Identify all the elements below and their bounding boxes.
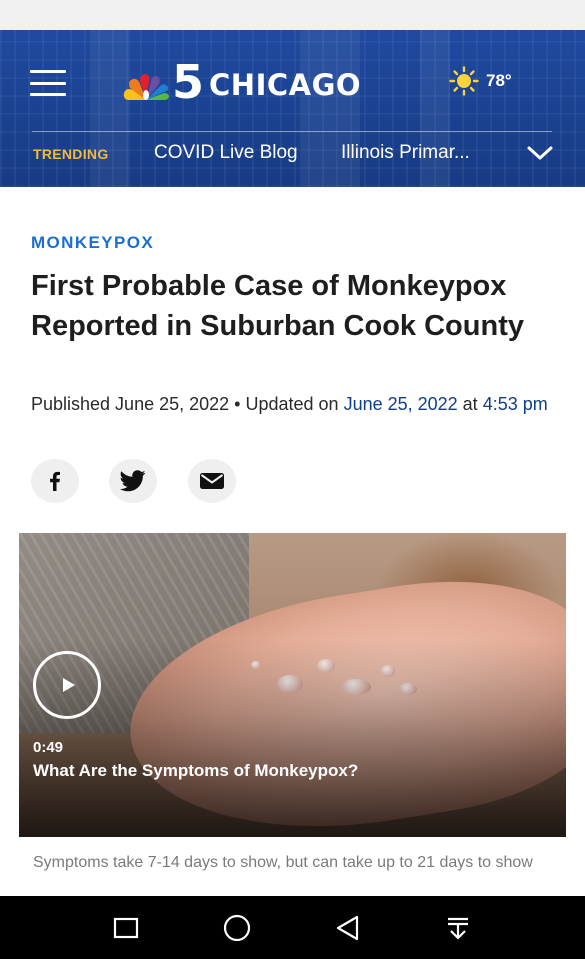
trending-link-covid[interactable]: COVID Live Blog: [154, 142, 298, 164]
logo-city: CHICAGO: [209, 68, 362, 102]
video-overlay: [19, 533, 566, 837]
weather-widget[interactable]: 78°: [449, 66, 512, 96]
sun-icon: [449, 66, 479, 96]
header-divider: [32, 131, 552, 132]
share-twitter-button[interactable]: [109, 459, 157, 503]
square-icon: [113, 917, 139, 939]
play-icon: [63, 678, 75, 692]
back-button[interactable]: [330, 910, 366, 946]
site-header: 5 CHICAGO 78° TRENDING COVID Live Blog I…: [0, 30, 585, 187]
trending-link-illinois-primary[interactable]: Illinois Primar...: [341, 142, 470, 164]
hamburger-icon-bar: [30, 70, 66, 73]
hamburger-icon-bar: [30, 81, 66, 85]
home-button[interactable]: [219, 910, 255, 946]
share-facebook-button[interactable]: [31, 459, 79, 503]
recents-button[interactable]: [108, 910, 144, 946]
share-email-button[interactable]: [188, 459, 236, 503]
logo-number: 5: [172, 55, 204, 109]
pull-down-icon: [448, 917, 468, 940]
notifications-pull-button[interactable]: [440, 910, 476, 946]
at-word: at: [457, 394, 483, 414]
article-headline: First Probable Case of Monkeypox Reporte…: [31, 270, 524, 342]
circle-icon: [223, 914, 251, 942]
date-separator: •: [229, 394, 246, 414]
video-player[interactable]: 0:49 What Are the Symptoms of Monkeypox?: [19, 533, 566, 837]
article-category[interactable]: MONKEYPOX: [31, 233, 154, 253]
video-title: What Are the Symptoms of Monkeypox?: [33, 761, 359, 780]
temperature-text: 78°: [486, 71, 512, 90]
menu-button[interactable]: [30, 70, 66, 96]
email-icon: [200, 473, 224, 489]
back-triangle-icon: [336, 915, 359, 941]
android-nav-bar: [0, 896, 585, 959]
article-dateline: Published June 25, 2022 • Updated on Jun…: [31, 392, 556, 416]
twitter-icon: [120, 470, 146, 492]
hamburger-icon-bar: [30, 93, 66, 96]
updated-time: 4:53 pm: [482, 394, 548, 414]
video-caption: Symptoms take 7-14 days to show, but can…: [33, 854, 533, 871]
updated-label: Updated on: [245, 394, 344, 414]
play-button[interactable]: [33, 651, 101, 719]
chevron-down-icon[interactable]: [526, 144, 554, 162]
nbc5-chicago-logo[interactable]: 5 CHICAGO: [122, 55, 362, 109]
published-date: Published June 25, 2022: [31, 394, 230, 414]
skyline-decor: [90, 30, 130, 187]
status-bar: [0, 0, 585, 30]
facebook-icon: [50, 471, 60, 491]
trending-label: TRENDING: [33, 146, 109, 162]
video-duration: 0:49: [33, 739, 64, 756]
nbc-peacock-icon: [123, 74, 169, 100]
updated-date: June 25, 2022: [343, 394, 458, 414]
